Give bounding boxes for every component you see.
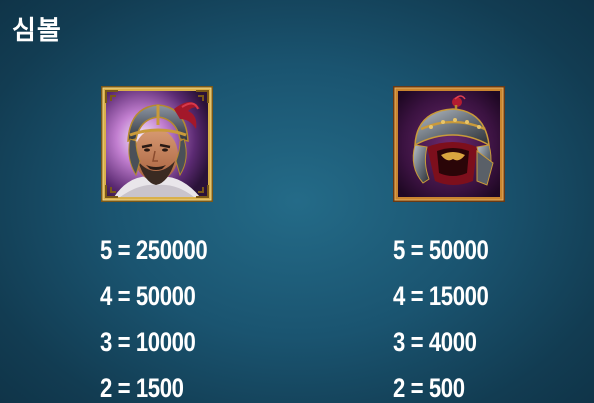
- payout-line: 4 = 15000: [393, 281, 489, 311]
- payout-list-warrior: 5 = 250000 4 = 50000 3 = 10000 2 = 1500: [100, 227, 231, 403]
- payout-line: 5 = 250000: [100, 235, 208, 265]
- payout-line: 2 = 500: [393, 373, 465, 403]
- payout-line: 2 = 1500: [100, 373, 184, 403]
- helmet-icon: [393, 85, 505, 203]
- symbol-column-warrior: 5 = 250000 4 = 50000 3 = 10000 2 = 1500: [100, 85, 320, 403]
- payout-line: 3 = 4000: [393, 327, 477, 357]
- payout-line: 5 = 50000: [393, 235, 489, 265]
- page-title: 심볼: [12, 16, 62, 46]
- warrior-portrait-icon: [100, 85, 213, 203]
- payout-line: 3 = 10000: [100, 327, 196, 357]
- payout-line: 4 = 50000: [100, 281, 196, 311]
- payout-list-helmet: 5 = 50000 4 = 15000 3 = 4000 2 = 500: [393, 227, 509, 403]
- symbol-column-helmet: 5 = 50000 4 = 15000 3 = 4000 2 = 500: [393, 85, 594, 403]
